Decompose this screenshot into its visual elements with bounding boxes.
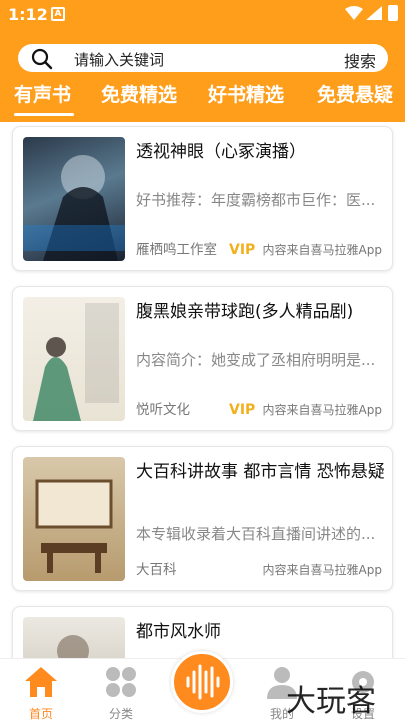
book-description: 内容简介：她变成了丞相府明明是... — [136, 351, 376, 369]
book-card[interactable]: 大百科讲故事 都市言情 恐怖悬疑 本专辑收录着大百科直播间讲述的... 大百科 … — [12, 446, 393, 591]
app-header: 1:12 A 请输入关键词 搜索 有声书 免费精选 好书精选 免费悬疑 — [0, 0, 405, 122]
book-title[interactable]: 都市风水师 — [136, 619, 386, 646]
book-card[interactable]: 透视神眼（心冢演播） 好书推荐：年度霸榜都市巨作：医... 雁栖鸣工作室 VIP… — [12, 126, 393, 271]
book-card[interactable]: 腹黑娘亲带球跑(多人精品剧) 内容简介：她变成了丞相府明明是... 悦听文化 V… — [12, 286, 393, 431]
signal-icon — [366, 6, 382, 20]
nav-category-label[interactable]: 分类 — [91, 705, 151, 722]
grid-icon[interactable] — [104, 665, 138, 699]
book-author: 大百科 — [136, 562, 177, 578]
book-cover[interactable] — [23, 617, 125, 658]
wifi-icon — [345, 6, 363, 20]
status-bar: 1:12 A — [0, 0, 405, 30]
player-button[interactable] — [171, 651, 233, 713]
book-description: 本专辑收录着大百科直播间讲述的... — [136, 525, 376, 543]
book-cover[interactable] — [23, 457, 125, 581]
tab-free-picks[interactable]: 免费精选 — [101, 80, 177, 107]
book-title[interactable]: 腹黑娘亲带球跑(多人精品剧) — [136, 299, 386, 326]
status-time: 1:12 — [8, 5, 48, 24]
notification-badge-icon: A — [51, 7, 65, 21]
watermark-text: 大玩客 — [286, 684, 376, 719]
active-tab-indicator — [14, 113, 74, 116]
book-cover[interactable] — [23, 297, 125, 421]
book-description: 好书推荐：年度霸榜都市巨作：医... — [136, 191, 376, 209]
tab-good-books[interactable]: 好书精选 — [208, 80, 284, 107]
book-author: 悦听文化 — [136, 402, 190, 418]
book-list[interactable]: 透视神眼（心冢演播） 好书推荐：年度霸榜都市巨作：医... 雁栖鸣工作室 VIP… — [0, 122, 405, 658]
vip-badge: VIP — [229, 242, 256, 258]
tab-free-suspense[interactable]: 免费悬疑 — [317, 80, 393, 107]
battery-icon — [388, 5, 398, 21]
nav-home[interactable] — [11, 665, 71, 703]
book-author: 雁栖鸣工作室 — [136, 242, 217, 258]
audio-wave-icon[interactable] — [174, 654, 230, 710]
search-button[interactable]: 搜索 — [344, 48, 376, 72]
category-tabs: 有声书 免费精选 好书精选 免费悬疑 — [0, 78, 405, 118]
book-source: 内容来自喜马拉雅App — [262, 403, 382, 417]
search-icon[interactable] — [31, 48, 53, 70]
book-title[interactable]: 大百科讲故事 都市言情 恐怖悬疑 — [136, 459, 386, 486]
book-title[interactable]: 透视神眼（心冢演播） — [136, 139, 386, 166]
nav-home-label[interactable]: 首页 — [11, 705, 71, 722]
search-input[interactable]: 请输入关键词 — [74, 49, 164, 70]
tab-audiobook[interactable]: 有声书 — [14, 80, 71, 107]
book-cover[interactable] — [23, 137, 125, 261]
nav-category[interactable] — [91, 665, 151, 703]
search-bar[interactable]: 请输入关键词 搜索 — [18, 44, 388, 72]
vip-badge: VIP — [229, 402, 256, 418]
home-icon[interactable] — [23, 665, 59, 699]
book-source: 内容来自喜马拉雅App — [262, 563, 382, 577]
book-source: 内容来自喜马拉雅App — [262, 243, 382, 257]
